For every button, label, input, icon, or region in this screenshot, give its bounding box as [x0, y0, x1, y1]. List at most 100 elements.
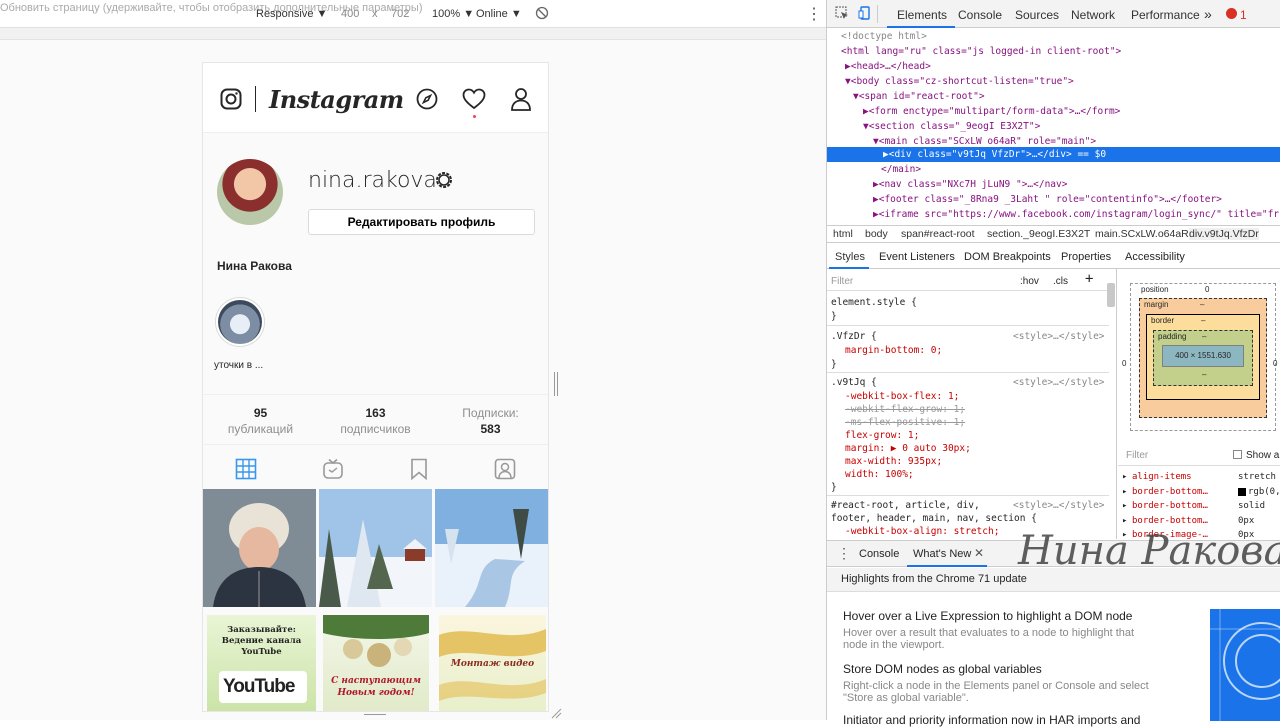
- computed-row[interactable]: ▸ border-bottom… 0px: [1118, 514, 1280, 529]
- tab-properties[interactable]: Properties: [1061, 251, 1111, 263]
- tab-styles[interactable]: Styles: [835, 251, 865, 263]
- computed-row[interactable]: ▸ border-bottom… solid: [1118, 499, 1280, 514]
- tagged-person-icon[interactable]: [494, 458, 516, 480]
- tab-console[interactable]: Console: [958, 8, 1002, 22]
- device-toggle-icon[interactable]: [858, 6, 872, 23]
- stat-posts[interactable]: 95 публикаций: [203, 405, 318, 437]
- dom-node[interactable]: ▼<body class="cz-shortcut-listen="true">: [845, 74, 1280, 89]
- story-highlight[interactable]: [215, 297, 265, 347]
- show-all-checkbox[interactable]: [1233, 450, 1242, 459]
- post-tile[interactable]: С наступающим Новым годом!: [323, 615, 429, 711]
- tab-accessibility[interactable]: Accessibility: [1125, 251, 1185, 263]
- tab-performance[interactable]: Performance: [1131, 8, 1200, 22]
- style-selector[interactable]: element.style {: [831, 296, 917, 309]
- style-declaration[interactable]: -webkit-box-flex: 1;: [845, 390, 959, 403]
- post-tile[interactable]: [319, 489, 432, 607]
- device-select[interactable]: Responsive ▼: [256, 8, 327, 20]
- hov-toggle[interactable]: :hov: [1020, 275, 1039, 288]
- whats-new-item-title[interactable]: Store DOM nodes as global variables: [843, 662, 1042, 676]
- drawer-tab-console[interactable]: Console: [859, 548, 899, 560]
- post-tile[interactable]: Монтаж видео: [439, 615, 546, 711]
- drawer-tab-whats-new[interactable]: What's New: [913, 548, 971, 560]
- breadcrumb-item[interactable]: main.SCxLW.o64aR: [1095, 228, 1189, 240]
- dom-node[interactable]: ▶<head>…</head>: [845, 59, 1280, 74]
- tab-elements[interactable]: Elements: [897, 8, 947, 22]
- options-gear-icon[interactable]: [434, 170, 454, 195]
- dom-node[interactable]: <html lang="ru" class="js logged-in clie…: [841, 44, 1280, 59]
- more-options-icon[interactable]: ⋮: [806, 4, 822, 24]
- instagram-camera-icon[interactable]: [220, 88, 242, 115]
- height-input[interactable]: 702: [391, 8, 409, 20]
- style-selector[interactable]: footer, header, main, nav, section {: [831, 512, 1037, 525]
- style-source-link[interactable]: <style>…</style>: [1013, 376, 1105, 389]
- dom-node[interactable]: ▶<footer class="_8Rna9 _3Laht " role="co…: [873, 192, 1280, 207]
- box-margin[interactable]: margin – border – padding – 400 × 1551.6…: [1139, 298, 1267, 418]
- style-declaration[interactable]: -webkit-box-align: stretch;: [845, 525, 999, 538]
- edit-profile-button[interactable]: Редактировать профиль: [308, 209, 535, 235]
- zoom-select[interactable]: 100% ▼: [432, 8, 474, 20]
- dom-node[interactable]: ▼<section class="_9eogI E3X2T">: [863, 119, 1280, 134]
- avatar[interactable]: [217, 159, 283, 225]
- whats-new-item-title[interactable]: Hover over a Live Expression to highligh…: [843, 609, 1132, 623]
- post-tile[interactable]: Заказывайте: Ведение канала YouTube YouT…: [207, 615, 316, 711]
- style-declaration-overridden[interactable]: -webkit-flex-grow: 1;: [845, 403, 965, 416]
- style-selector[interactable]: .VfzDr {: [831, 330, 877, 343]
- dom-node[interactable]: ▶<nav class="NXc7H jLuN9 ">…</nav>: [873, 177, 1280, 192]
- error-count[interactable]: 1: [1240, 8, 1247, 22]
- style-declaration[interactable]: width: 100%;: [845, 468, 914, 481]
- stat-followers[interactable]: 163 подписчиков: [318, 405, 433, 437]
- breadcrumb-item[interactable]: body: [865, 228, 888, 240]
- computed-row[interactable]: ▸ border-bottom… rgb(0,: [1118, 485, 1280, 500]
- network-select[interactable]: Online ▼: [476, 8, 522, 20]
- width-input[interactable]: 400: [341, 8, 359, 20]
- close-icon[interactable]: ✕: [974, 546, 984, 560]
- dom-node[interactable]: </main>: [881, 162, 1280, 177]
- inspect-element-icon[interactable]: [835, 6, 849, 23]
- cls-toggle[interactable]: .cls: [1053, 275, 1068, 288]
- dom-node[interactable]: ▼<span id="react-root">: [853, 89, 1280, 104]
- instagram-logo[interactable]: Instagram: [269, 85, 404, 114]
- whats-new-item-title[interactable]: Initiator and priority information now i…: [843, 713, 1140, 727]
- styles-scrollbar[interactable]: [1107, 283, 1115, 307]
- breadcrumb-item[interactable]: html: [833, 228, 853, 240]
- style-selector[interactable]: .v9tJq {: [831, 376, 877, 389]
- dom-node[interactable]: <!doctype html>: [841, 29, 1280, 44]
- dom-node[interactable]: ▶<iframe src="https://www.facebook.com/i…: [873, 207, 1280, 222]
- style-declaration-overridden[interactable]: -ms-flex-positive: 1;: [845, 416, 965, 429]
- tab-event-listeners[interactable]: Event Listeners: [879, 251, 955, 263]
- breadcrumb-item[interactable]: section._9eogI.E3X2T: [987, 228, 1090, 240]
- box-padding[interactable]: padding – 400 × 1551.630 –: [1153, 330, 1253, 386]
- drawer-menu-icon[interactable]: ⋮: [837, 545, 851, 562]
- add-rule-icon[interactable]: +: [1085, 272, 1093, 286]
- dom-node[interactable]: ▶<form enctype="multipart/form-data">…</…: [863, 104, 1280, 119]
- tab-sources[interactable]: Sources: [1015, 8, 1059, 22]
- resize-handle-corner[interactable]: [550, 706, 562, 719]
- styles-filter-input[interactable]: Filter: [831, 275, 853, 288]
- breadcrumb-item[interactable]: span#react-root: [901, 228, 975, 240]
- resize-handle-right[interactable]: [554, 372, 558, 396]
- style-declaration[interactable]: margin-bottom: 0;: [845, 344, 942, 357]
- style-selector[interactable]: #react-root, article, div,: [831, 499, 980, 512]
- tab-dom-breakpoints[interactable]: DOM Breakpoints: [964, 251, 1051, 263]
- more-tabs-button[interactable]: »: [1204, 6, 1212, 22]
- box-content[interactable]: 400 × 1551.630: [1162, 345, 1244, 367]
- activity-heart-icon[interactable]: [462, 88, 486, 115]
- box-border[interactable]: border – padding – 400 × 1551.630 –: [1146, 314, 1260, 400]
- explore-compass-icon[interactable]: [416, 88, 438, 115]
- computed-row[interactable]: ▸ align-items stretch: [1118, 470, 1280, 485]
- computed-filter-input[interactable]: Filter: [1126, 450, 1148, 461]
- style-source-link[interactable]: <style>…</style>: [1013, 499, 1105, 512]
- style-declaration[interactable]: margin: ▶ 0 auto 30px;: [845, 442, 971, 455]
- breadcrumb-item-active[interactable]: div.v9tJq.VfzDr: [1189, 228, 1259, 240]
- profile-person-icon[interactable]: [510, 87, 532, 116]
- style-declaration[interactable]: flex-grow: 1;: [845, 429, 919, 442]
- grid-view-icon[interactable]: [235, 458, 257, 480]
- dom-node-selected[interactable]: ▶<div class="v9tJq VfzDr">…</div> == $0: [827, 147, 1280, 162]
- error-icon[interactable]: [1226, 8, 1237, 19]
- post-tile[interactable]: [435, 489, 548, 607]
- post-tile[interactable]: [203, 489, 316, 607]
- style-source-link[interactable]: <style>…</style>: [1013, 330, 1105, 343]
- rotate-icon[interactable]: [535, 6, 549, 23]
- saved-bookmark-icon[interactable]: [408, 458, 430, 481]
- tab-network[interactable]: Network: [1071, 8, 1115, 22]
